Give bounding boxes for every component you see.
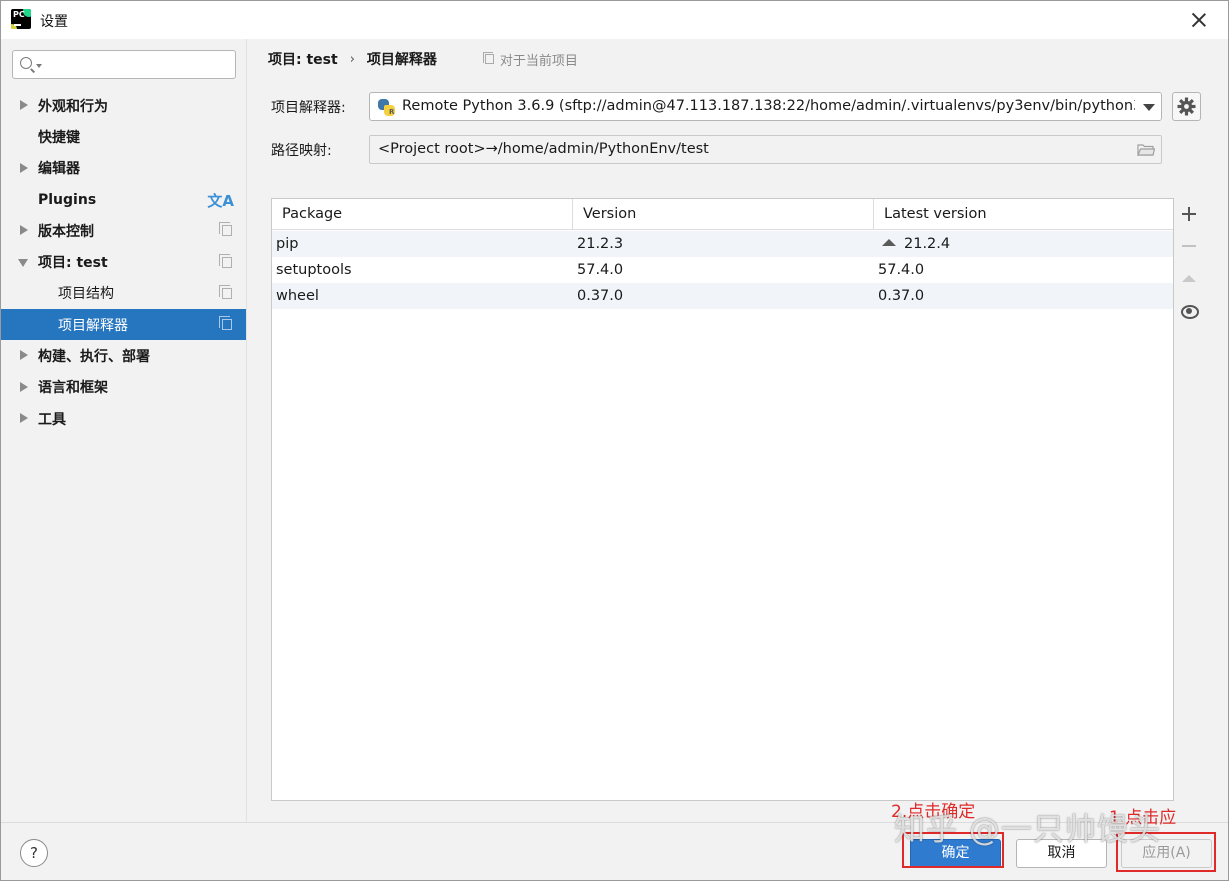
search-options-caret-icon[interactable] xyxy=(36,64,42,68)
breadcrumb: 项目: test › 项目解释器 对于当前项目 xyxy=(268,49,578,69)
column-header-latest-version[interactable]: Latest version xyxy=(874,199,1173,230)
collapse-arrow-icon[interactable] xyxy=(18,258,28,267)
column-header-package[interactable]: Package xyxy=(272,199,573,230)
window-title: 设置 xyxy=(40,14,68,30)
package-version: 0.37.0 xyxy=(577,288,624,304)
upgrade-package-icon[interactable] xyxy=(1176,266,1202,292)
packages-toolbar xyxy=(1176,198,1202,338)
gear-icon xyxy=(1177,97,1196,116)
translate-icon: 文A xyxy=(207,191,234,210)
search-icon xyxy=(20,57,32,69)
show-early-releases-eye-icon[interactable] xyxy=(1176,298,1202,324)
upgrade-available-icon xyxy=(882,239,896,246)
sidebar-item-label: 项目结构 xyxy=(58,286,114,303)
interpreter-settings-button[interactable] xyxy=(1172,92,1201,121)
help-button[interactable]: ? xyxy=(20,839,48,867)
sidebar-item-build-execution-deployment[interactable]: 构建、执行、部署 xyxy=(1,340,246,371)
sidebar-item-project-interpreter[interactable]: 项目解释器 xyxy=(1,309,246,341)
package-latest-version-value: 21.2.4 xyxy=(904,236,951,252)
package-latest-version: 21.2.4 xyxy=(878,231,950,257)
package-name: setuptools xyxy=(276,262,352,278)
sidebar-item-label: 项目: test xyxy=(38,255,108,272)
install-package-plus-icon[interactable] xyxy=(1176,201,1202,227)
sidebar-item-label: 构建、执行、部署 xyxy=(38,349,150,366)
sidebar-item-label: 工具 xyxy=(38,411,66,428)
interpreter-settings-panel: 项目: test › 项目解释器 对于当前项目 项目解释器: R Remote … xyxy=(248,39,1228,822)
settings-search[interactable] xyxy=(12,50,236,79)
settings-dialog: PC 设置 外观和行为 快捷键 编辑器 Plugins 文A 版本控制 项目: … xyxy=(0,0,1229,881)
sidebar-item-label: 编辑器 xyxy=(38,161,80,178)
package-version: 21.2.3 xyxy=(577,236,624,252)
project-scope-icon xyxy=(219,284,232,299)
package-name: pip xyxy=(276,236,299,252)
expand-arrow-icon[interactable] xyxy=(20,100,28,110)
path-mapping-label: 路径映射: xyxy=(271,143,332,159)
sidebar-item-label: 版本控制 xyxy=(38,223,94,240)
sidebar-item-label: Plugins xyxy=(38,191,97,208)
project-scope-icon xyxy=(219,222,232,237)
sidebar-item-label: 快捷键 xyxy=(38,129,80,146)
project-scope-icon xyxy=(482,52,494,64)
chevron-down-icon[interactable] xyxy=(1135,93,1161,120)
sidebar-item-editor[interactable]: 编辑器 xyxy=(1,153,246,184)
column-header-version[interactable]: Version xyxy=(573,199,874,230)
project-scope-icon xyxy=(219,253,232,268)
sidebar-item-version-control[interactable]: 版本控制 xyxy=(1,215,246,246)
package-latest-version: 0.37.0 xyxy=(878,288,925,304)
expand-arrow-icon[interactable] xyxy=(20,413,28,423)
sidebar-item-label: 外观和行为 xyxy=(38,98,108,115)
sidebar-item-label: 语言和框架 xyxy=(38,380,108,397)
sidebar-item-project-structure[interactable]: 项目结构 xyxy=(1,278,246,309)
package-version: 57.4.0 xyxy=(577,262,624,278)
packages-table[interactable]: Package Version Latest version pip 21.2.… xyxy=(271,198,1174,801)
interpreter-value: Remote Python 3.6.9 (sftp://admin@47.113… xyxy=(402,98,1162,114)
table-row[interactable]: pip 21.2.3 21.2.4 xyxy=(272,231,1173,257)
package-name: wheel xyxy=(276,288,319,304)
scope-hint-label: 对于当前项目 xyxy=(499,53,578,69)
sidebar-item-languages-frameworks[interactable]: 语言和框架 xyxy=(1,372,246,403)
title-bar: PC 设置 xyxy=(1,1,1228,39)
path-mapping-field[interactable]: <Project root>→/home/admin/PythonEnv/tes… xyxy=(369,135,1162,164)
package-latest-version: 57.4.0 xyxy=(878,262,925,278)
sidebar-item-appearance[interactable]: 外观和行为 xyxy=(1,90,246,121)
sidebar-item-keymap[interactable]: 快捷键 xyxy=(1,121,246,152)
sidebar-item-plugins[interactable]: Plugins 文A xyxy=(1,184,246,215)
path-mapping-value: <Project root>→/home/admin/PythonEnv/tes… xyxy=(378,141,709,157)
expand-arrow-icon[interactable] xyxy=(20,225,28,236)
breadcrumb-separator: › xyxy=(349,51,355,67)
close-icon[interactable] xyxy=(1188,9,1210,31)
expand-arrow-icon[interactable] xyxy=(20,162,28,173)
sidebar-item-tools[interactable]: 工具 xyxy=(1,403,246,434)
settings-sidebar: 外观和行为 快捷键 编辑器 Plugins 文A 版本控制 项目: test 项… xyxy=(1,39,247,822)
interpreter-select[interactable]: R Remote Python 3.6.9 (sftp://admin@47.1… xyxy=(369,92,1162,121)
uninstall-package-minus-icon[interactable] xyxy=(1176,233,1202,259)
table-header: Package Version Latest version xyxy=(272,199,1173,230)
scope-hint: 对于当前项目 xyxy=(482,50,578,69)
table-row[interactable]: wheel 0.37.0 0.37.0 xyxy=(272,283,1173,309)
interpreter-label: 项目解释器: xyxy=(271,100,346,116)
python-remote-icon: R xyxy=(378,99,396,117)
expand-arrow-icon[interactable] xyxy=(20,350,28,361)
project-scope-icon xyxy=(219,316,232,331)
pycharm-app-icon: PC xyxy=(11,9,31,29)
zhihu-watermark: 知乎 @一只帅馒头 xyxy=(894,812,1161,848)
breadcrumb-page: 项目解释器 xyxy=(366,52,437,68)
expand-arrow-icon[interactable] xyxy=(20,381,28,392)
sidebar-item-project[interactable]: 项目: test xyxy=(1,247,246,278)
sidebar-item-label: 项目解释器 xyxy=(58,317,128,334)
folder-icon[interactable] xyxy=(1137,143,1155,156)
breadcrumb-project[interactable]: 项目: test xyxy=(268,49,338,69)
table-row[interactable]: setuptools 57.4.0 57.4.0 xyxy=(272,257,1173,283)
search-input[interactable] xyxy=(45,55,231,75)
